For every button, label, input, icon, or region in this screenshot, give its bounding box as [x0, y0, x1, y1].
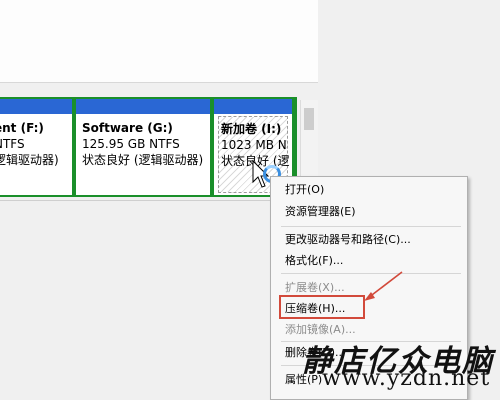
partition-status: 逻辑驱动器): [0, 153, 59, 167]
partition-size: 1023 MB N: [221, 138, 287, 152]
partition-size: 125.95 GB NTFS: [82, 137, 180, 151]
watermark: 静店亿众电脑 www.yzdn.net: [302, 336, 500, 398]
partition-name: Software (G:): [82, 121, 173, 135]
partition-header-bar: [76, 99, 210, 114]
annotation-highlight-box: [279, 295, 365, 319]
menu-item-change-drive-letter[interactable]: 更改驱动器号和路径(C)...: [285, 233, 411, 247]
partition-f[interactable]: ent (F:) NTFS 逻辑驱动器): [0, 99, 72, 195]
menu-item-explorer[interactable]: 资源管理器(E): [285, 205, 356, 219]
pane-divider: [0, 82, 318, 83]
lower-pane: [0, 200, 300, 399]
partition-header-bar: [0, 99, 72, 114]
partition-g[interactable]: Software (G:) 125.95 GB NTFS 状态良好 (逻辑驱动器…: [76, 99, 210, 195]
scrollbar-thumb[interactable]: [304, 108, 314, 130]
partition-size: NTFS: [0, 137, 25, 151]
partition-name: 新加卷 (I:): [221, 122, 282, 136]
menu-separator: [281, 226, 461, 227]
menu-item-add-mirror: 添加镜像(A)...: [285, 323, 356, 336]
menu-item-format[interactable]: 格式化(F)...: [285, 254, 343, 268]
menu-item-extend-volume: 扩展卷(X)...: [285, 281, 345, 294]
menu-item-open[interactable]: 打开(O): [285, 183, 324, 197]
watermark-url: www.yzdn.net: [322, 366, 491, 391]
partition-header-bar: [214, 99, 292, 114]
partition-name: ent (F:): [0, 121, 44, 135]
menu-separator: [281, 273, 461, 274]
partition-status: 状态良好 (逻辑驱动器): [82, 153, 204, 167]
volume-list-area: [0, 0, 319, 82]
